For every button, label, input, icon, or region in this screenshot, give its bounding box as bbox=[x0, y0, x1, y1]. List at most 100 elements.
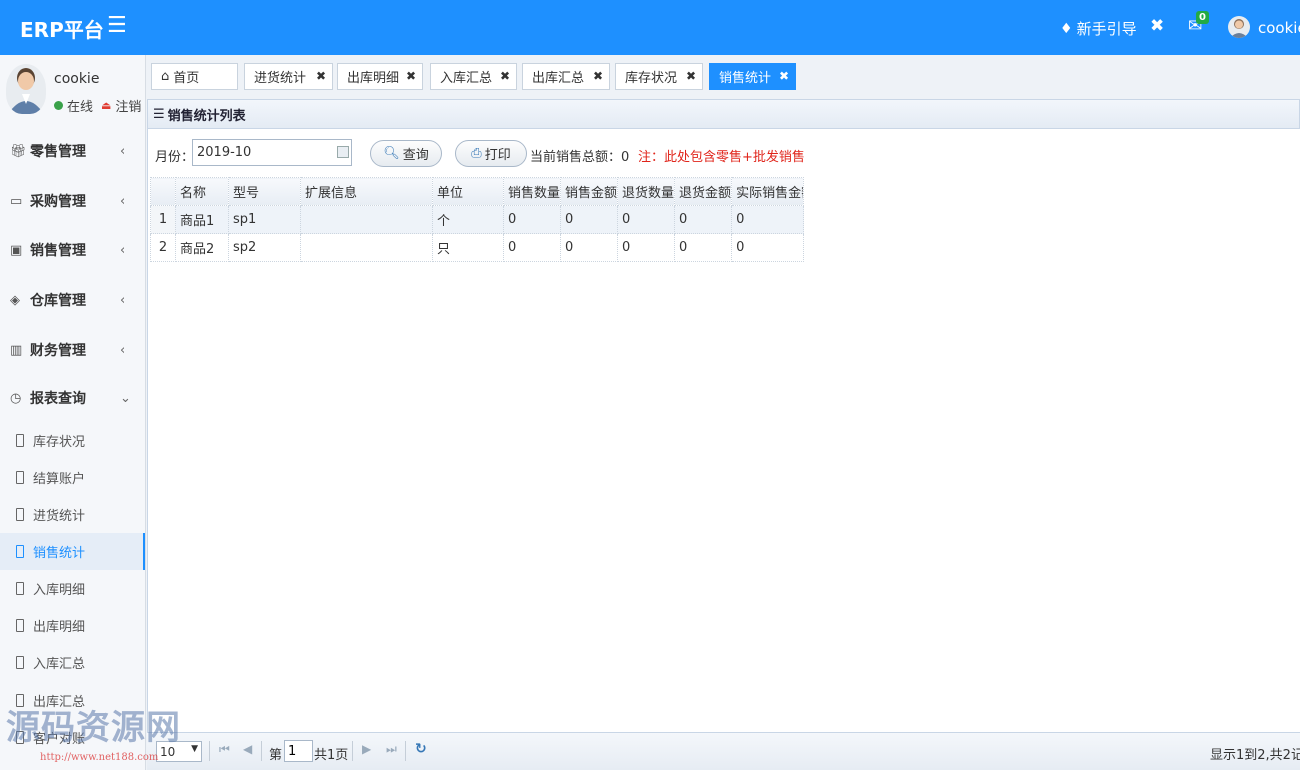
column-header[interactable]: 型号 bbox=[228, 177, 301, 206]
column-header[interactable]: 名称 bbox=[175, 177, 229, 206]
menu-label: 零售管理 bbox=[30, 144, 86, 160]
close-icon[interactable]: ✖ bbox=[779, 69, 789, 83]
cell-real-amount: 0 bbox=[731, 205, 805, 234]
diamond-icon: ♦ bbox=[1060, 20, 1073, 37]
panel-header: ☰ 销售统计列表 bbox=[147, 99, 1300, 129]
sidebar-item-outbound-detail[interactable]: 出库明细 bbox=[0, 607, 145, 644]
tab-sales-stats[interactable]: 销售统计 ✖ bbox=[709, 63, 796, 90]
page-number-input[interactable] bbox=[284, 740, 313, 762]
top-username[interactable]: cookie bbox=[1258, 19, 1300, 37]
column-header[interactable]: 销售数量 bbox=[502, 177, 562, 206]
cell-unit: 只 bbox=[432, 233, 504, 262]
menu-finance[interactable]: ▥ 财务管理 ‹ bbox=[0, 326, 145, 374]
sidebar-item-inbound-detail[interactable]: 入库明细 bbox=[0, 570, 145, 607]
avatar bbox=[6, 64, 46, 114]
column-header[interactable]: 销售金额 bbox=[560, 177, 619, 206]
online-label: 在线 bbox=[67, 100, 94, 115]
month-input[interactable] bbox=[192, 139, 352, 166]
sidebar-item-settlement-account[interactable]: 结算账户 bbox=[0, 459, 145, 496]
chevron-left-icon: ‹ bbox=[120, 143, 126, 159]
book-icon: ▥ bbox=[10, 342, 23, 358]
tab-outbound-summary[interactable]: 出库汇总 ✖ bbox=[522, 63, 610, 90]
cell-sale-qty: 0 bbox=[502, 205, 562, 234]
menu-warehouse[interactable]: ◈ 仓库管理 ‹ bbox=[0, 276, 145, 324]
sidebar-item-stock-status[interactable]: 库存状况 bbox=[0, 422, 145, 459]
row-number-header bbox=[150, 177, 176, 206]
sidebar-username: cookie bbox=[54, 71, 100, 87]
calendar-icon[interactable] bbox=[337, 146, 349, 158]
first-page-icon[interactable]: ⏮ bbox=[219, 742, 230, 757]
sidebar-item-label: 库存状况 bbox=[33, 435, 86, 450]
query-label: 查询 bbox=[402, 148, 429, 163]
clock-icon: ◷ bbox=[10, 390, 22, 406]
sidebar-item-label: 进货统计 bbox=[33, 509, 86, 524]
query-button[interactable]: 🔍︎ 查询 bbox=[370, 140, 442, 167]
menu-reports[interactable]: ◷ 报表查询 ⌄ bbox=[0, 374, 145, 422]
cell-sale-qty: 0 bbox=[502, 233, 562, 262]
file-icon bbox=[16, 471, 24, 484]
panel-title: 销售统计列表 bbox=[167, 108, 246, 124]
page-total: 共1页 bbox=[314, 748, 349, 763]
watermark-logo: 源码资源网 bbox=[6, 708, 181, 748]
column-header[interactable]: 退货数量 bbox=[617, 177, 676, 206]
table-row[interactable]: 2 商品2 sp2 只 0 0 0 0 0 bbox=[150, 233, 805, 262]
user-avatar-icon bbox=[8, 68, 44, 114]
column-header[interactable]: 扩展信息 bbox=[300, 177, 433, 206]
chevron-left-icon: ‹ bbox=[120, 193, 126, 209]
brand-logo[interactable]: ERP平台 bbox=[20, 14, 104, 43]
logout-link[interactable]: 注销 bbox=[115, 96, 141, 115]
tab-stock-status[interactable]: 库存状况 ✖ bbox=[615, 63, 703, 90]
chevron-down-icon: ⌄ bbox=[120, 390, 131, 406]
menu-label: 报表查询 bbox=[30, 391, 86, 407]
page-prefix: 第 bbox=[269, 748, 283, 763]
sidebar-item-purchase-stats[interactable]: 进货统计 bbox=[0, 496, 145, 533]
layers-icon: ◈ bbox=[10, 292, 20, 308]
divider bbox=[352, 741, 353, 761]
close-icon[interactable]: ✖ bbox=[500, 69, 510, 83]
close-icon[interactable]: ✖ bbox=[593, 69, 603, 83]
next-page-icon[interactable]: ▶ bbox=[362, 742, 371, 756]
page-info: 显示1到2,共2记录 bbox=[1210, 748, 1300, 763]
tab-purchase-stats[interactable]: 进货统计 ✖ bbox=[244, 63, 333, 90]
column-header[interactable]: 退货金额 bbox=[674, 177, 733, 206]
print-button[interactable]: ⎙ 打印 bbox=[455, 140, 527, 167]
close-icon[interactable]: ✖ bbox=[406, 69, 416, 83]
menu-purchase[interactable]: ▭ 采购管理 ‹ bbox=[0, 177, 145, 225]
tab-home[interactable]: ⌂ 首页 bbox=[151, 63, 238, 90]
tab-outbound-detail[interactable]: 出库明细 ✖ bbox=[337, 63, 423, 90]
column-header[interactable]: 实际销售金额 bbox=[731, 177, 805, 206]
prev-page-icon[interactable]: ◀ bbox=[243, 742, 252, 756]
sidebar-item-sales-stats[interactable]: 销售统计 bbox=[0, 533, 145, 570]
close-icon[interactable]: ✖ bbox=[316, 69, 326, 83]
logout-icon[interactable]: ⏏ bbox=[101, 99, 111, 112]
top-avatar[interactable] bbox=[1228, 16, 1250, 38]
sidebar-item-inbound-summary[interactable]: 入库汇总 bbox=[0, 644, 145, 681]
print-label: 打印 bbox=[484, 148, 511, 163]
hamburger-icon[interactable]: ☰ bbox=[107, 13, 127, 38]
sidebar-item-label: 入库明细 bbox=[33, 583, 86, 598]
sidebar-item-label: 入库汇总 bbox=[33, 657, 86, 672]
message-count-badge: 0 bbox=[1196, 11, 1209, 24]
tab-inbound-summary[interactable]: 入库汇总 ✖ bbox=[430, 63, 517, 90]
printer-icon: ⎙ bbox=[471, 146, 482, 161]
user-panel: cookie 在线 ⏏ 注销 bbox=[0, 55, 145, 123]
file-icon bbox=[16, 656, 24, 669]
menu-label: 销售管理 bbox=[30, 243, 86, 259]
cell-return-qty: 0 bbox=[617, 205, 676, 234]
menu-sales[interactable]: ▣ 销售管理 ‹ bbox=[0, 226, 145, 274]
menu-retail[interactable]: 🎁︎ 零售管理 ‹ bbox=[0, 127, 145, 175]
table-row[interactable]: 1 商品1 sp1 个 0 0 0 0 0 bbox=[150, 205, 805, 234]
menu-label: 财务管理 bbox=[30, 343, 86, 359]
refresh-icon[interactable]: ↻ bbox=[415, 741, 427, 757]
row-number: 1 bbox=[150, 205, 176, 234]
close-icon[interactable]: ✖ bbox=[686, 69, 696, 83]
last-page-icon[interactable]: ⏭ bbox=[386, 742, 397, 757]
top-navbar: ERP平台 ☰ ♦ 新手引导 ✖ ✉ 0 cookie bbox=[0, 0, 1300, 55]
online-dot-icon bbox=[54, 101, 63, 110]
guide-button[interactable]: ♦ 新手引导 bbox=[1060, 18, 1137, 39]
file-icon bbox=[16, 508, 24, 521]
cell-model: sp1 bbox=[228, 205, 301, 234]
fullscreen-icon[interactable]: ✖ bbox=[1150, 16, 1164, 36]
column-header[interactable]: 单位 bbox=[432, 177, 504, 206]
file-icon bbox=[16, 619, 24, 632]
